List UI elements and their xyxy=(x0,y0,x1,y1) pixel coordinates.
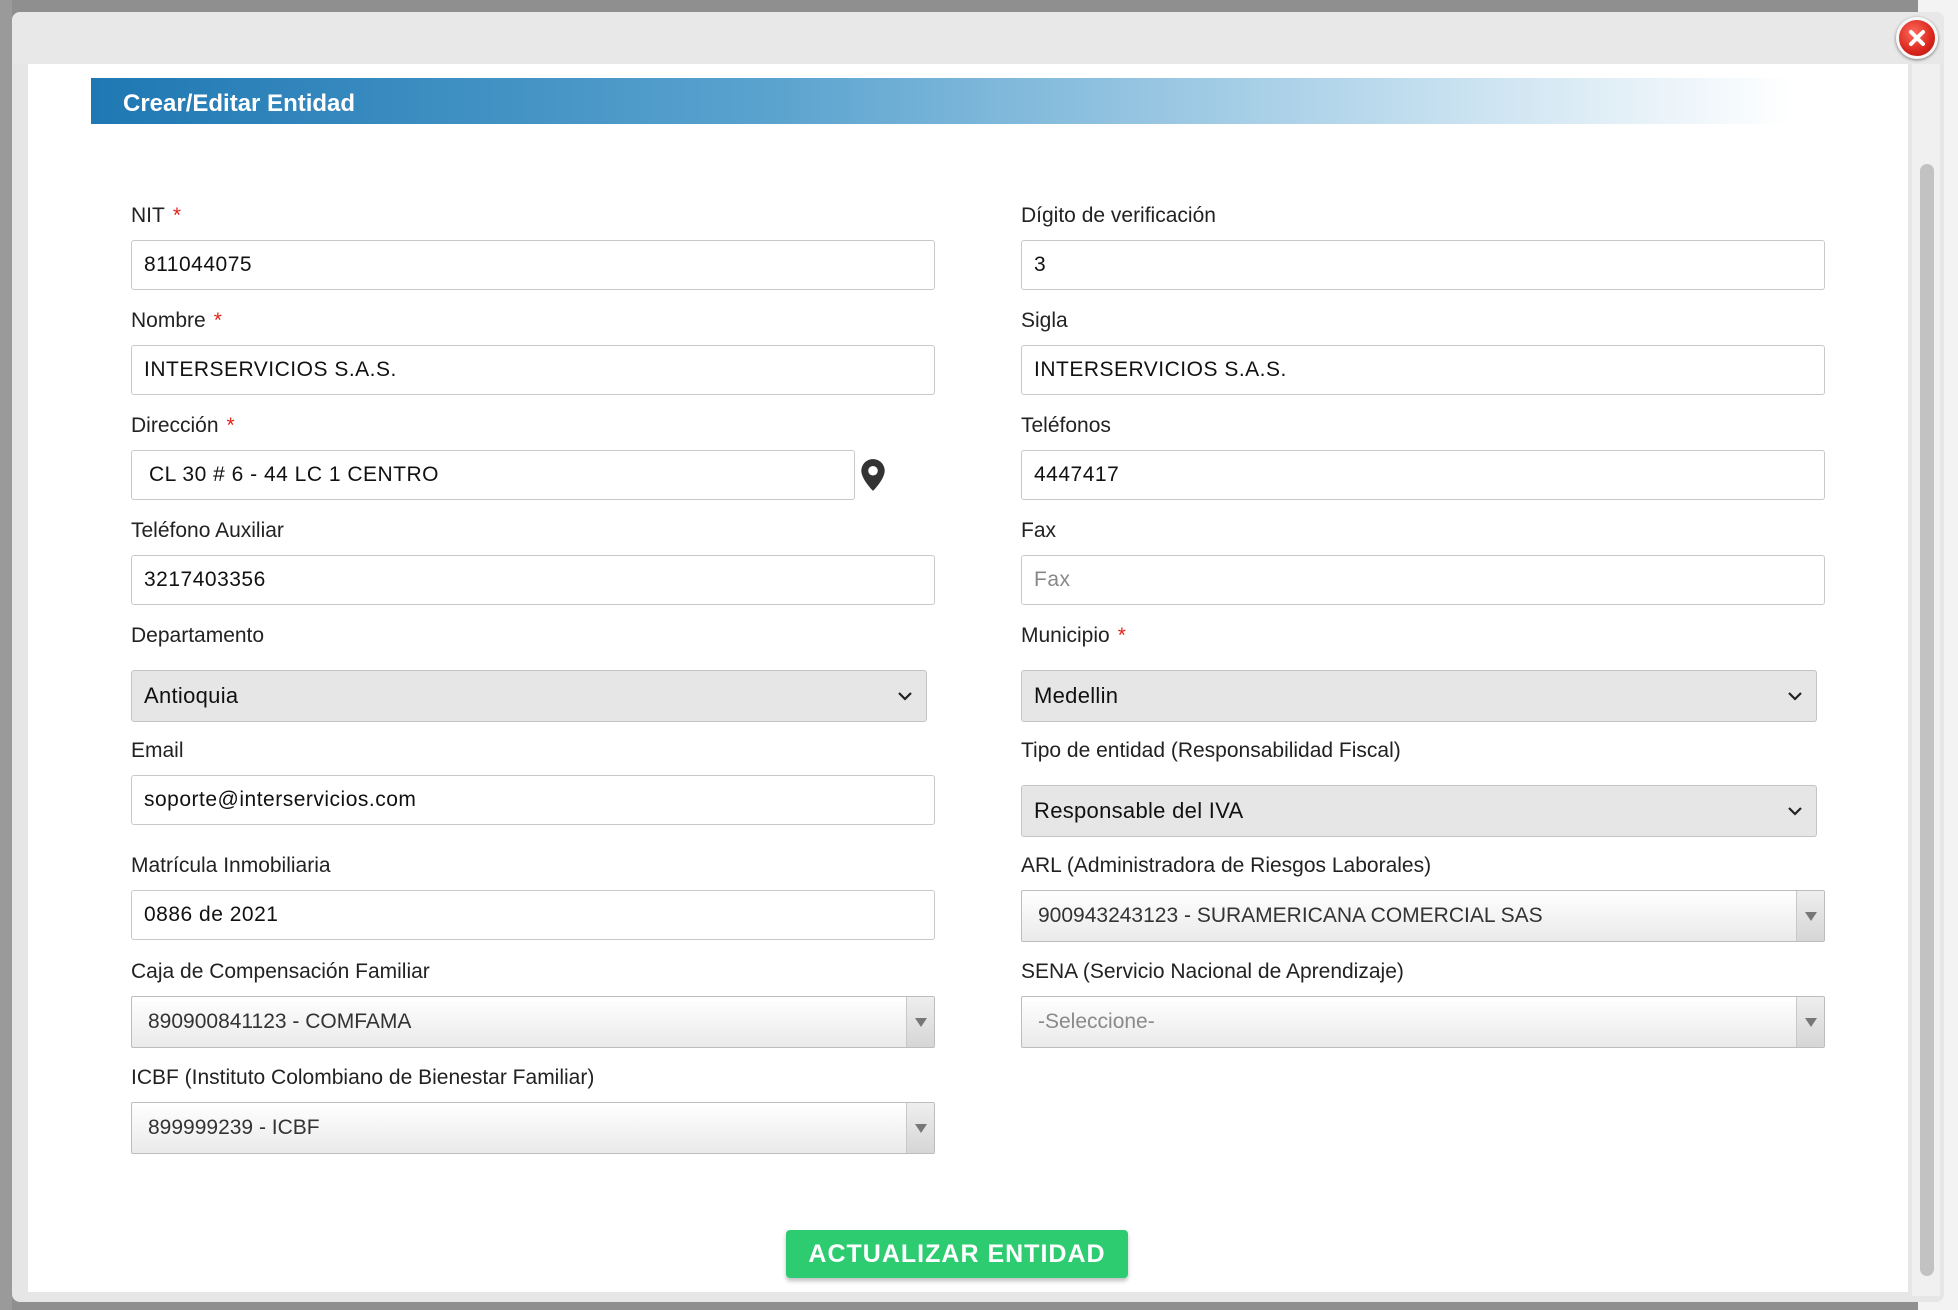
tipo-entidad-label: Tipo de entidad (Responsabilidad Fiscal) xyxy=(1021,739,1401,762)
required-marker: * xyxy=(226,414,235,437)
dropdown-arrow[interactable] xyxy=(906,997,934,1047)
required-marker: * xyxy=(1117,624,1126,647)
triangle-down-icon xyxy=(1804,1017,1817,1027)
icbf-select[interactable]: 899999239 - ICBF xyxy=(131,1102,935,1154)
telefono-auxiliar-field[interactable]: 3217403356 xyxy=(131,555,935,605)
nit-label: NIT * xyxy=(131,204,182,227)
triangle-down-icon xyxy=(914,1123,927,1133)
municipio-select[interactable]: Medellin xyxy=(1021,670,1817,722)
matricula-label: Matrícula Inmobiliaria xyxy=(131,854,331,877)
close-button[interactable] xyxy=(1896,17,1938,59)
nombre-field[interactable]: INTERSERVICIOS S.A.S. xyxy=(131,345,935,395)
icbf-value: 899999239 - ICBF xyxy=(148,1116,320,1139)
map-pin-icon[interactable] xyxy=(860,458,886,492)
tipo-entidad-select[interactable]: Responsable del IVA xyxy=(1021,785,1817,837)
close-icon xyxy=(1909,30,1925,46)
fax-field[interactable]: Fax xyxy=(1021,555,1825,605)
telefono-auxiliar-label: Teléfono Auxiliar xyxy=(131,519,284,542)
update-entity-button[interactable]: ACTUALIZAR ENTIDAD xyxy=(786,1230,1128,1278)
tipo-entidad-value: Responsable del IVA xyxy=(1034,798,1244,823)
chevron-down-icon xyxy=(1788,807,1802,816)
arl-label: ARL (Administradora de Riesgos Laborales… xyxy=(1021,854,1432,877)
nombre-label: Nombre * xyxy=(131,309,222,332)
dropdown-arrow[interactable] xyxy=(906,1103,934,1153)
dropdown-arrow[interactable] xyxy=(1796,891,1824,941)
triangle-down-icon xyxy=(914,1017,927,1027)
email-label: Email xyxy=(131,739,184,762)
sigla-label: Sigla xyxy=(1021,309,1068,332)
caja-value: 890900841123 - COMFAMA xyxy=(148,1010,412,1033)
backdrop-left xyxy=(0,0,12,1310)
icbf-label: ICBF (Instituto Colombiano de Bienestar … xyxy=(131,1066,595,1089)
nit-field[interactable]: 811044075 xyxy=(131,240,935,290)
digito-label: Dígito de verificación xyxy=(1021,204,1216,227)
direccion-label: Dirección * xyxy=(131,414,235,437)
dropdown-arrow[interactable] xyxy=(1796,997,1824,1047)
departamento-select[interactable]: Antioquia xyxy=(131,670,927,722)
caja-label: Caja de Compensación Familiar xyxy=(131,960,430,983)
departamento-label: Departamento xyxy=(131,624,265,647)
departamento-value: Antioquia xyxy=(144,683,239,708)
arl-select[interactable]: 900943243123 - SURAMERICANA COMERCIAL SA… xyxy=(1021,890,1825,942)
arl-value: 900943243123 - SURAMERICANA COMERCIAL SA… xyxy=(1038,904,1543,927)
dialog-titlebar xyxy=(12,12,1944,64)
digito-field[interactable]: 3 xyxy=(1021,240,1825,290)
chevron-down-icon xyxy=(1788,692,1802,701)
triangle-down-icon xyxy=(1804,911,1817,921)
dialog-scrollbar[interactable] xyxy=(1912,64,1940,1296)
sigla-field[interactable]: INTERSERVICIOS S.A.S. xyxy=(1021,345,1825,395)
matricula-field[interactable]: 0886 de 2021 xyxy=(131,890,935,940)
sena-placeholder: -Seleccione- xyxy=(1038,1010,1155,1033)
sena-select[interactable]: -Seleccione- xyxy=(1021,996,1825,1048)
direccion-field[interactable]: CL 30 # 6 - 44 LC 1 CENTRO xyxy=(131,450,855,500)
caja-select[interactable]: 890900841123 - COMFAMA xyxy=(131,996,935,1048)
chevron-down-icon xyxy=(898,692,912,701)
required-marker: * xyxy=(213,309,222,332)
required-marker: * xyxy=(172,204,182,227)
telefonos-label: Teléfonos xyxy=(1021,414,1111,437)
fax-label: Fax xyxy=(1021,519,1057,542)
email-field[interactable]: soporte@interservicios.com xyxy=(131,775,935,825)
sena-label: SENA (Servicio Nacional de Aprendizaje) xyxy=(1021,960,1404,983)
dialog-content: Crear/Editar Entidad NIT * 811044075 Dígi… xyxy=(28,64,1908,1292)
scrollbar-thumb[interactable] xyxy=(1920,164,1934,1276)
municipio-value: Medellin xyxy=(1034,683,1119,708)
telefonos-field[interactable]: 4447417 xyxy=(1021,450,1825,500)
municipio-label: Municipio * xyxy=(1021,624,1126,647)
dialog-title: Crear/Editar Entidad xyxy=(123,90,356,117)
entity-dialog: Crear/Editar Entidad NIT * 811044075 Dígi… xyxy=(12,12,1944,1302)
